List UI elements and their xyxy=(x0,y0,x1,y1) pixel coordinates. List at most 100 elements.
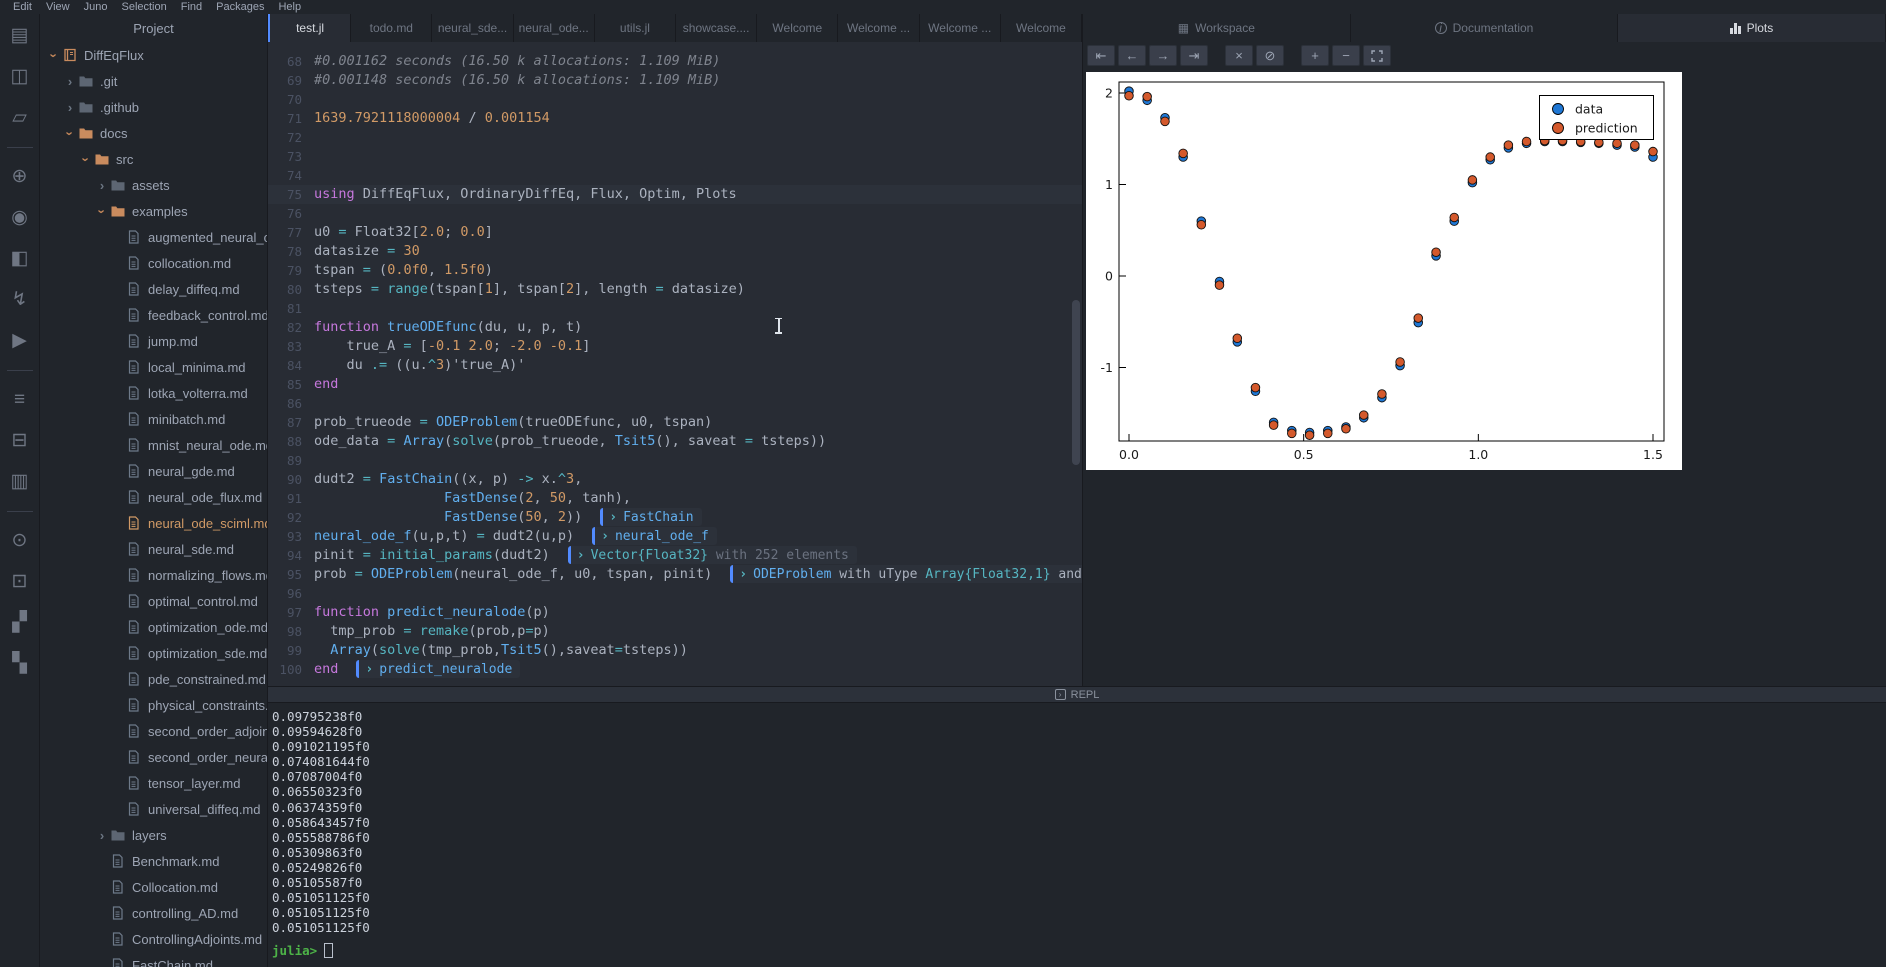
editor-tab-utils-jl[interactable]: utils.jl xyxy=(595,14,676,42)
code-line-68[interactable]: 68#0.001162 seconds (16.50 k allocations… xyxy=(268,52,1082,71)
menu-item-find[interactable]: Find xyxy=(174,1,209,14)
fit-view-button[interactable] xyxy=(1363,45,1391,66)
web-icon[interactable]: ⊕ xyxy=(8,165,32,189)
tree-item-fastchain-md[interactable]: FastChain.md xyxy=(40,952,267,967)
code-line-76[interactable]: 76 xyxy=(268,204,1082,223)
editor-tab-test-jl[interactable]: test.jl xyxy=(270,14,351,42)
code-line-70[interactable]: 70 xyxy=(268,90,1082,109)
tree-item-examples[interactable]: ›examples xyxy=(40,198,267,224)
tree-item-neural-gde-md[interactable]: neural_gde.md xyxy=(40,458,267,484)
tree-item-controlling-ad-md[interactable]: controlling_AD.md xyxy=(40,900,267,926)
code-line-97[interactable]: 97function predict_neuralode(p) xyxy=(268,603,1082,622)
docs-icon[interactable]: ▥ xyxy=(8,470,32,494)
tree-item-src[interactable]: ›src xyxy=(40,146,267,172)
tree-item-jump-md[interactable]: jump.md xyxy=(40,328,267,354)
preview-icon[interactable]: ◉ xyxy=(8,206,32,230)
previous-plot-button[interactable]: ← xyxy=(1118,45,1146,66)
folder-open-icon[interactable]: ▱ xyxy=(8,106,32,130)
repl-divider-bar[interactable]: › REPL xyxy=(268,686,1886,703)
code-line-72[interactable]: 72 xyxy=(268,128,1082,147)
tree-item-collocation-md[interactable]: Collocation.md xyxy=(40,874,267,900)
tree-item-second-order-adjoint[interactable]: second_order_adjoint xyxy=(40,718,267,744)
code-line-100[interactable]: 100end›predict_neuralode xyxy=(268,660,1082,679)
tree-item-tensor-layer-md[interactable]: tensor_layer.md xyxy=(40,770,267,796)
tree-item-delay-diffeq-md[interactable]: delay_diffeq.md xyxy=(40,276,267,302)
editor-scrollbar-thumb[interactable] xyxy=(1072,300,1080,465)
plots-icon[interactable]: ▞ xyxy=(8,611,32,635)
debug-step-icon[interactable]: ↯ xyxy=(8,288,32,312)
code-line-78[interactable]: 78datasize = 30 xyxy=(268,242,1082,261)
tree-item-assets[interactable]: ›assets xyxy=(40,172,267,198)
code-line-86[interactable]: 86 xyxy=(268,394,1082,413)
code-line-90[interactable]: 90dudt2 = FastChain((x, p) -> x.^3, xyxy=(268,470,1082,489)
code-editor[interactable]: 68#0.001162 seconds (16.50 k allocations… xyxy=(268,42,1082,686)
tree-item-second-order-neural-m[interactable]: second_order_neural.m xyxy=(40,744,267,770)
first-plot-button[interactable]: ⇤ xyxy=(1087,45,1115,66)
code-line-81[interactable]: 81 xyxy=(268,299,1082,318)
layout-icon[interactable]: ◧ xyxy=(8,247,32,271)
tree-item-universal-diffeq-md[interactable]: universal_diffeq.md xyxy=(40,796,267,822)
editor-tab-welcome[interactable]: Welcome xyxy=(1001,14,1082,42)
editor-tab-welcome-[interactable]: Welcome ... xyxy=(838,14,919,42)
code-line-83[interactable]: 83 true_A = [-0.1 2.0; -2.0 -0.1] xyxy=(268,337,1082,356)
code-line-82[interactable]: 82function trueODEfunc(du, u, p, t) xyxy=(268,318,1082,337)
inline-result-badge[interactable]: ›ODEProblem with uType Array{Float32,1} … xyxy=(730,565,1082,583)
tree-item-benchmark-md[interactable]: Benchmark.md xyxy=(40,848,267,874)
code-line-92[interactable]: 92 FastDense(50, 2))›FastChain xyxy=(268,508,1082,527)
terminal-icon[interactable]: ⊟ xyxy=(8,429,32,453)
inline-result-badge[interactable]: ›neural_ode_f xyxy=(592,527,717,545)
code-line-69[interactable]: 69#0.001148 seconds (16.50 k allocations… xyxy=(268,71,1082,90)
last-plot-button[interactable]: ⇥ xyxy=(1180,45,1208,66)
tree-item-local-minima-md[interactable]: local_minima.md xyxy=(40,354,267,380)
code-line-87[interactable]: 87prob_trueode = ODEProblem(trueODEfunc,… xyxy=(268,413,1082,432)
tree-item-optimization-sde-md[interactable]: optimization_sde.md xyxy=(40,640,267,666)
workspace-icon[interactable]: ▚ xyxy=(8,652,32,676)
menu-item-selection[interactable]: Selection xyxy=(114,1,173,14)
tree-item--github[interactable]: ›.github xyxy=(40,94,267,120)
save-icon[interactable]: ◫ xyxy=(8,65,32,89)
right-tab-documentation[interactable]: iDocumentation xyxy=(1351,14,1619,42)
code-line-74[interactable]: 74 xyxy=(268,166,1082,185)
tree-item-neural-sde-md[interactable]: neural_sde.md xyxy=(40,536,267,562)
tree-item-neural-ode-flux-md[interactable]: neural_ode_flux.md xyxy=(40,484,267,510)
code-line-96[interactable]: 96 xyxy=(268,584,1082,603)
tree-item-docs[interactable]: ›docs xyxy=(40,120,267,146)
editor-tab-showcase-[interactable]: showcase.... xyxy=(676,14,757,42)
tree-item-controllingadjoints-md[interactable]: ControllingAdjoints.md xyxy=(40,926,267,952)
code-line-73[interactable]: 73 xyxy=(268,147,1082,166)
code-line-94[interactable]: 94pinit = initial_params(dudt2)›Vector{F… xyxy=(268,546,1082,565)
zoom-in-button[interactable]: + xyxy=(1301,45,1329,66)
tree-item-minibatch-md[interactable]: minibatch.md xyxy=(40,406,267,432)
tree-item-optimal-control-md[interactable]: optimal_control.md xyxy=(40,588,267,614)
tree-item--git[interactable]: ›.git xyxy=(40,68,267,94)
tree-item-feedback-control-md[interactable]: feedback_control.md xyxy=(40,302,267,328)
code-line-79[interactable]: 79tspan = (0.0f0, 1.5f0) xyxy=(268,261,1082,280)
run-icon[interactable]: ▶ xyxy=(8,329,32,353)
repl-output-area[interactable]: 0.09795238f00.09594628f00.091021195f00.0… xyxy=(268,703,1886,967)
tree-item-optimization-ode-md[interactable]: optimization_ode.md xyxy=(40,614,267,640)
tree-item-diffeqflux[interactable]: ›DiffEqFlux xyxy=(40,42,267,68)
code-line-89[interactable]: 89 xyxy=(268,451,1082,470)
code-line-99[interactable]: 99 Array(solve(tmp_prob,Tsit5(),saveat=t… xyxy=(268,641,1082,660)
right-tab-workspace[interactable]: ▦Workspace xyxy=(1083,14,1351,42)
editor-tab-welcome[interactable]: Welcome xyxy=(757,14,838,42)
menu-item-edit[interactable]: Edit xyxy=(6,1,39,14)
code-line-91[interactable]: 91 FastDense(2, 50, tanh), xyxy=(268,489,1082,508)
julia-client-icon[interactable]: ▤ xyxy=(8,24,32,48)
tree-item-physical-constraints-m[interactable]: physical_constraints.m xyxy=(40,692,267,718)
code-line-98[interactable]: 98 tmp_prob = remake(prob,p=p) xyxy=(268,622,1082,641)
inline-result-badge[interactable]: ›predict_neuralode xyxy=(356,660,520,678)
tree-item-layers[interactable]: ›layers xyxy=(40,822,267,848)
code-line-85[interactable]: 85end xyxy=(268,375,1082,394)
tree-item-mnist-neural-ode-md[interactable]: mnist_neural_ode.md xyxy=(40,432,267,458)
code-line-80[interactable]: 80tsteps = range(tspan[1], tspan[2], len… xyxy=(268,280,1082,299)
info-icon[interactable]: ⊙ xyxy=(8,529,32,553)
next-plot-button[interactable]: → xyxy=(1149,45,1177,66)
code-line-95[interactable]: 95prob = ODEProblem(neural_ode_f, u0, ts… xyxy=(268,565,1082,584)
editor-tab-neural-ode-[interactable]: neural_ode... xyxy=(514,14,595,42)
tree-item-normalizing-flows-md[interactable]: normalizing_flows.md xyxy=(40,562,267,588)
code-line-77[interactable]: 77u0 = Float32[2.0; 0.0] xyxy=(268,223,1082,242)
outline-icon[interactable]: ≡ xyxy=(8,388,32,412)
editor-tab-todo-md[interactable]: todo.md xyxy=(351,14,432,42)
editor-tab-neural-sde-[interactable]: neural_sde... xyxy=(432,14,513,42)
